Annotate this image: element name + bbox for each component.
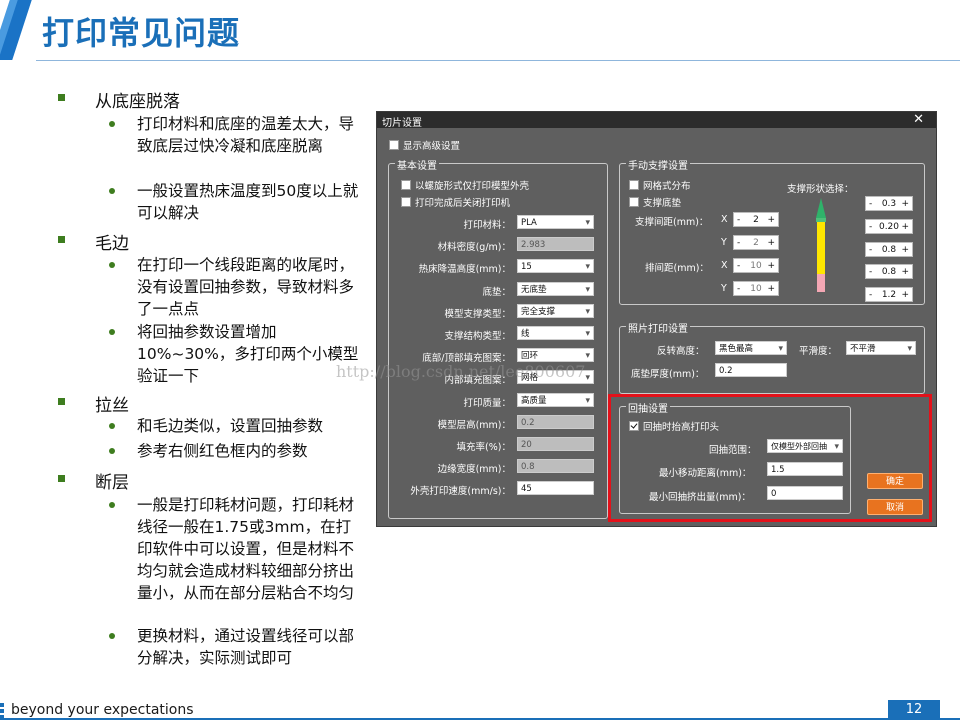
- photo-print-group: 照片打印设置: [619, 320, 925, 394]
- bullet-level2: 在打印一个线段距离的收尾时，没有设置回抽参数，导致材料多了一点点: [109, 254, 359, 320]
- square-bullet-icon: [58, 236, 65, 243]
- bullet-level2: 一般设置热床温度到50度以上就可以解决: [109, 180, 359, 224]
- group-title: 基本设置: [395, 157, 439, 172]
- basic-setting-label: 模型支撑类型：: [444, 308, 511, 320]
- reverse-height-select[interactable]: 黑色最高: [715, 341, 787, 356]
- basic-setting-label: 热床降温高度(mm)：: [418, 264, 511, 276]
- basic-setting-select[interactable]: 完全支撑: [517, 303, 594, 319]
- shape-value-stepper[interactable]: -0.8 +: [865, 241, 913, 257]
- header-divider: [36, 60, 960, 61]
- dot-bullet-icon: [109, 633, 115, 639]
- smoothness-label: 平滑度：: [799, 346, 838, 357]
- group-title: 手动支撑设置: [626, 157, 690, 172]
- slide-title: 打印常见问题: [42, 14, 241, 52]
- y-label: Y: [721, 237, 727, 248]
- page-number: 12: [888, 700, 940, 720]
- basic-setting-label: 模型层高(mm)：: [437, 419, 511, 431]
- square-bullet-icon: [58, 94, 65, 101]
- basic-setting-label: 外壳打印速度(mm/s)：: [410, 486, 511, 498]
- basic-setting-label: 支撑结构类型：: [444, 331, 511, 342]
- basic-setting-input[interactable]: 2.983: [517, 237, 594, 252]
- basic-setting-input[interactable]: 0.2: [517, 414, 594, 429]
- basic-setting-label: 边缘宽度(mm)：: [437, 464, 511, 476]
- bullet-level1: 断层: [58, 468, 129, 493]
- footer-text: beyond your expectations: [11, 702, 194, 718]
- show-advanced-checkbox[interactable]: 显示高级设置: [389, 138, 460, 152]
- support-spacing-y-stepper[interactable]: -2 +: [733, 235, 779, 250]
- basic-setting-label: 材料密度(g/m)：: [437, 242, 511, 254]
- shape-value-stepper[interactable]: -0.3 +: [865, 196, 913, 211]
- basic-setting-label: 底垫：: [482, 286, 511, 298]
- x-label: X: [721, 214, 728, 225]
- highlight-box: [608, 394, 932, 522]
- bullet-level2: 打印材料和底座的温差太大，导致底层过快冷凝和底座脱离: [109, 113, 359, 157]
- square-bullet-icon: [58, 398, 65, 405]
- close-icon[interactable]: ✕: [913, 112, 924, 127]
- basic-setting-input[interactable]: 45: [517, 481, 594, 496]
- square-bullet-icon: [58, 475, 65, 482]
- basic-setting-label: 打印质量：: [463, 397, 511, 409]
- shape-value-stepper[interactable]: -0.8 +: [865, 264, 913, 280]
- base-thickness-label: 底垫厚度(mm)：: [631, 369, 705, 380]
- dot-bullet-icon: [109, 448, 115, 454]
- support-spacing-label: 支撑间距(mm)：: [635, 217, 709, 228]
- basic-setting-select[interactable]: 无底垫: [517, 281, 594, 297]
- x-label: X: [721, 260, 728, 271]
- y-label: Y: [721, 283, 727, 294]
- basic-setting-select[interactable]: 回环: [517, 348, 594, 363]
- row-spacing-x-stepper[interactable]: -10 +: [733, 258, 779, 273]
- dot-bullet-icon: [109, 188, 115, 194]
- row-spacing-label: 排间距(mm)：: [645, 263, 709, 274]
- basic-setting-select[interactable]: PLA: [517, 215, 594, 230]
- shape-value-stepper[interactable]: -1.2 +: [865, 287, 913, 303]
- row-spacing-y-stepper[interactable]: -10 +: [733, 281, 779, 296]
- smoothness-select[interactable]: 不平滑: [846, 341, 916, 356]
- bullet-level2: 和毛边类似，设置回抽参数: [109, 415, 359, 437]
- support-base-checkbox[interactable]: 支撑底垫: [629, 195, 681, 209]
- support-shape-label: 支撑形状选择：: [787, 184, 854, 195]
- dialog-titlebar: 切片设置 ✕: [377, 112, 936, 129]
- bullet-level1: 毛边: [58, 229, 129, 254]
- bullet-level1: 从底座脱落: [58, 87, 180, 112]
- dot-bullet-icon: [109, 121, 115, 127]
- dot-bullet-icon: [109, 423, 115, 429]
- base-thickness-input[interactable]: 0.2: [715, 363, 787, 377]
- dot-bullet-icon: [109, 502, 115, 508]
- dialog-title: 切片设置: [382, 118, 422, 129]
- bullet-level2: 将回抽参数设置增加10%~30%，多打印两个小模型验证一下: [109, 321, 359, 387]
- watermark: http://blog.csdn.net/lee800607: [336, 362, 586, 381]
- basic-setting-label: 填充率(%)：: [456, 442, 511, 453]
- basic-setting-select[interactable]: 15: [517, 259, 594, 274]
- bullet-level1: 拉丝: [58, 391, 129, 416]
- grid-distribution-checkbox[interactable]: 网格式分布: [629, 178, 691, 192]
- dot-bullet-icon: [109, 329, 115, 335]
- shape-value-stepper[interactable]: -0.20 +: [865, 218, 913, 234]
- group-title: 照片打印设置: [626, 320, 690, 335]
- shutdown-checkbox[interactable]: 打印完成后关闭打印机: [401, 195, 510, 209]
- basic-setting-select[interactable]: 线: [517, 326, 594, 341]
- reverse-height-label: 反转高度：: [657, 346, 705, 357]
- spiral-checkbox[interactable]: 以螺旋形式仅打印模型外壳: [401, 178, 529, 192]
- bullet-level2: 参考右侧红色框内的参数: [109, 440, 359, 462]
- header-accent-bars: [0, 0, 40, 60]
- dot-bullet-icon: [109, 262, 115, 268]
- basic-setting-label: 打印材料：: [463, 220, 511, 231]
- bullet-level2: 一般是打印耗材问题，打印耗材线径一般在1.75或3mm，在打印软件中可以设置，但…: [109, 494, 359, 604]
- basic-setting-input[interactable]: 20: [517, 437, 594, 451]
- basic-setting-select[interactable]: 高质量: [517, 392, 594, 408]
- support-spacing-x-stepper[interactable]: -2 +: [733, 212, 779, 227]
- basic-setting-input[interactable]: 0.8: [517, 459, 594, 474]
- support-shape-preview: [816, 198, 826, 292]
- bullet-level2: 更换材料，通过设置线径可以部分解决，实际测试即可: [109, 625, 359, 669]
